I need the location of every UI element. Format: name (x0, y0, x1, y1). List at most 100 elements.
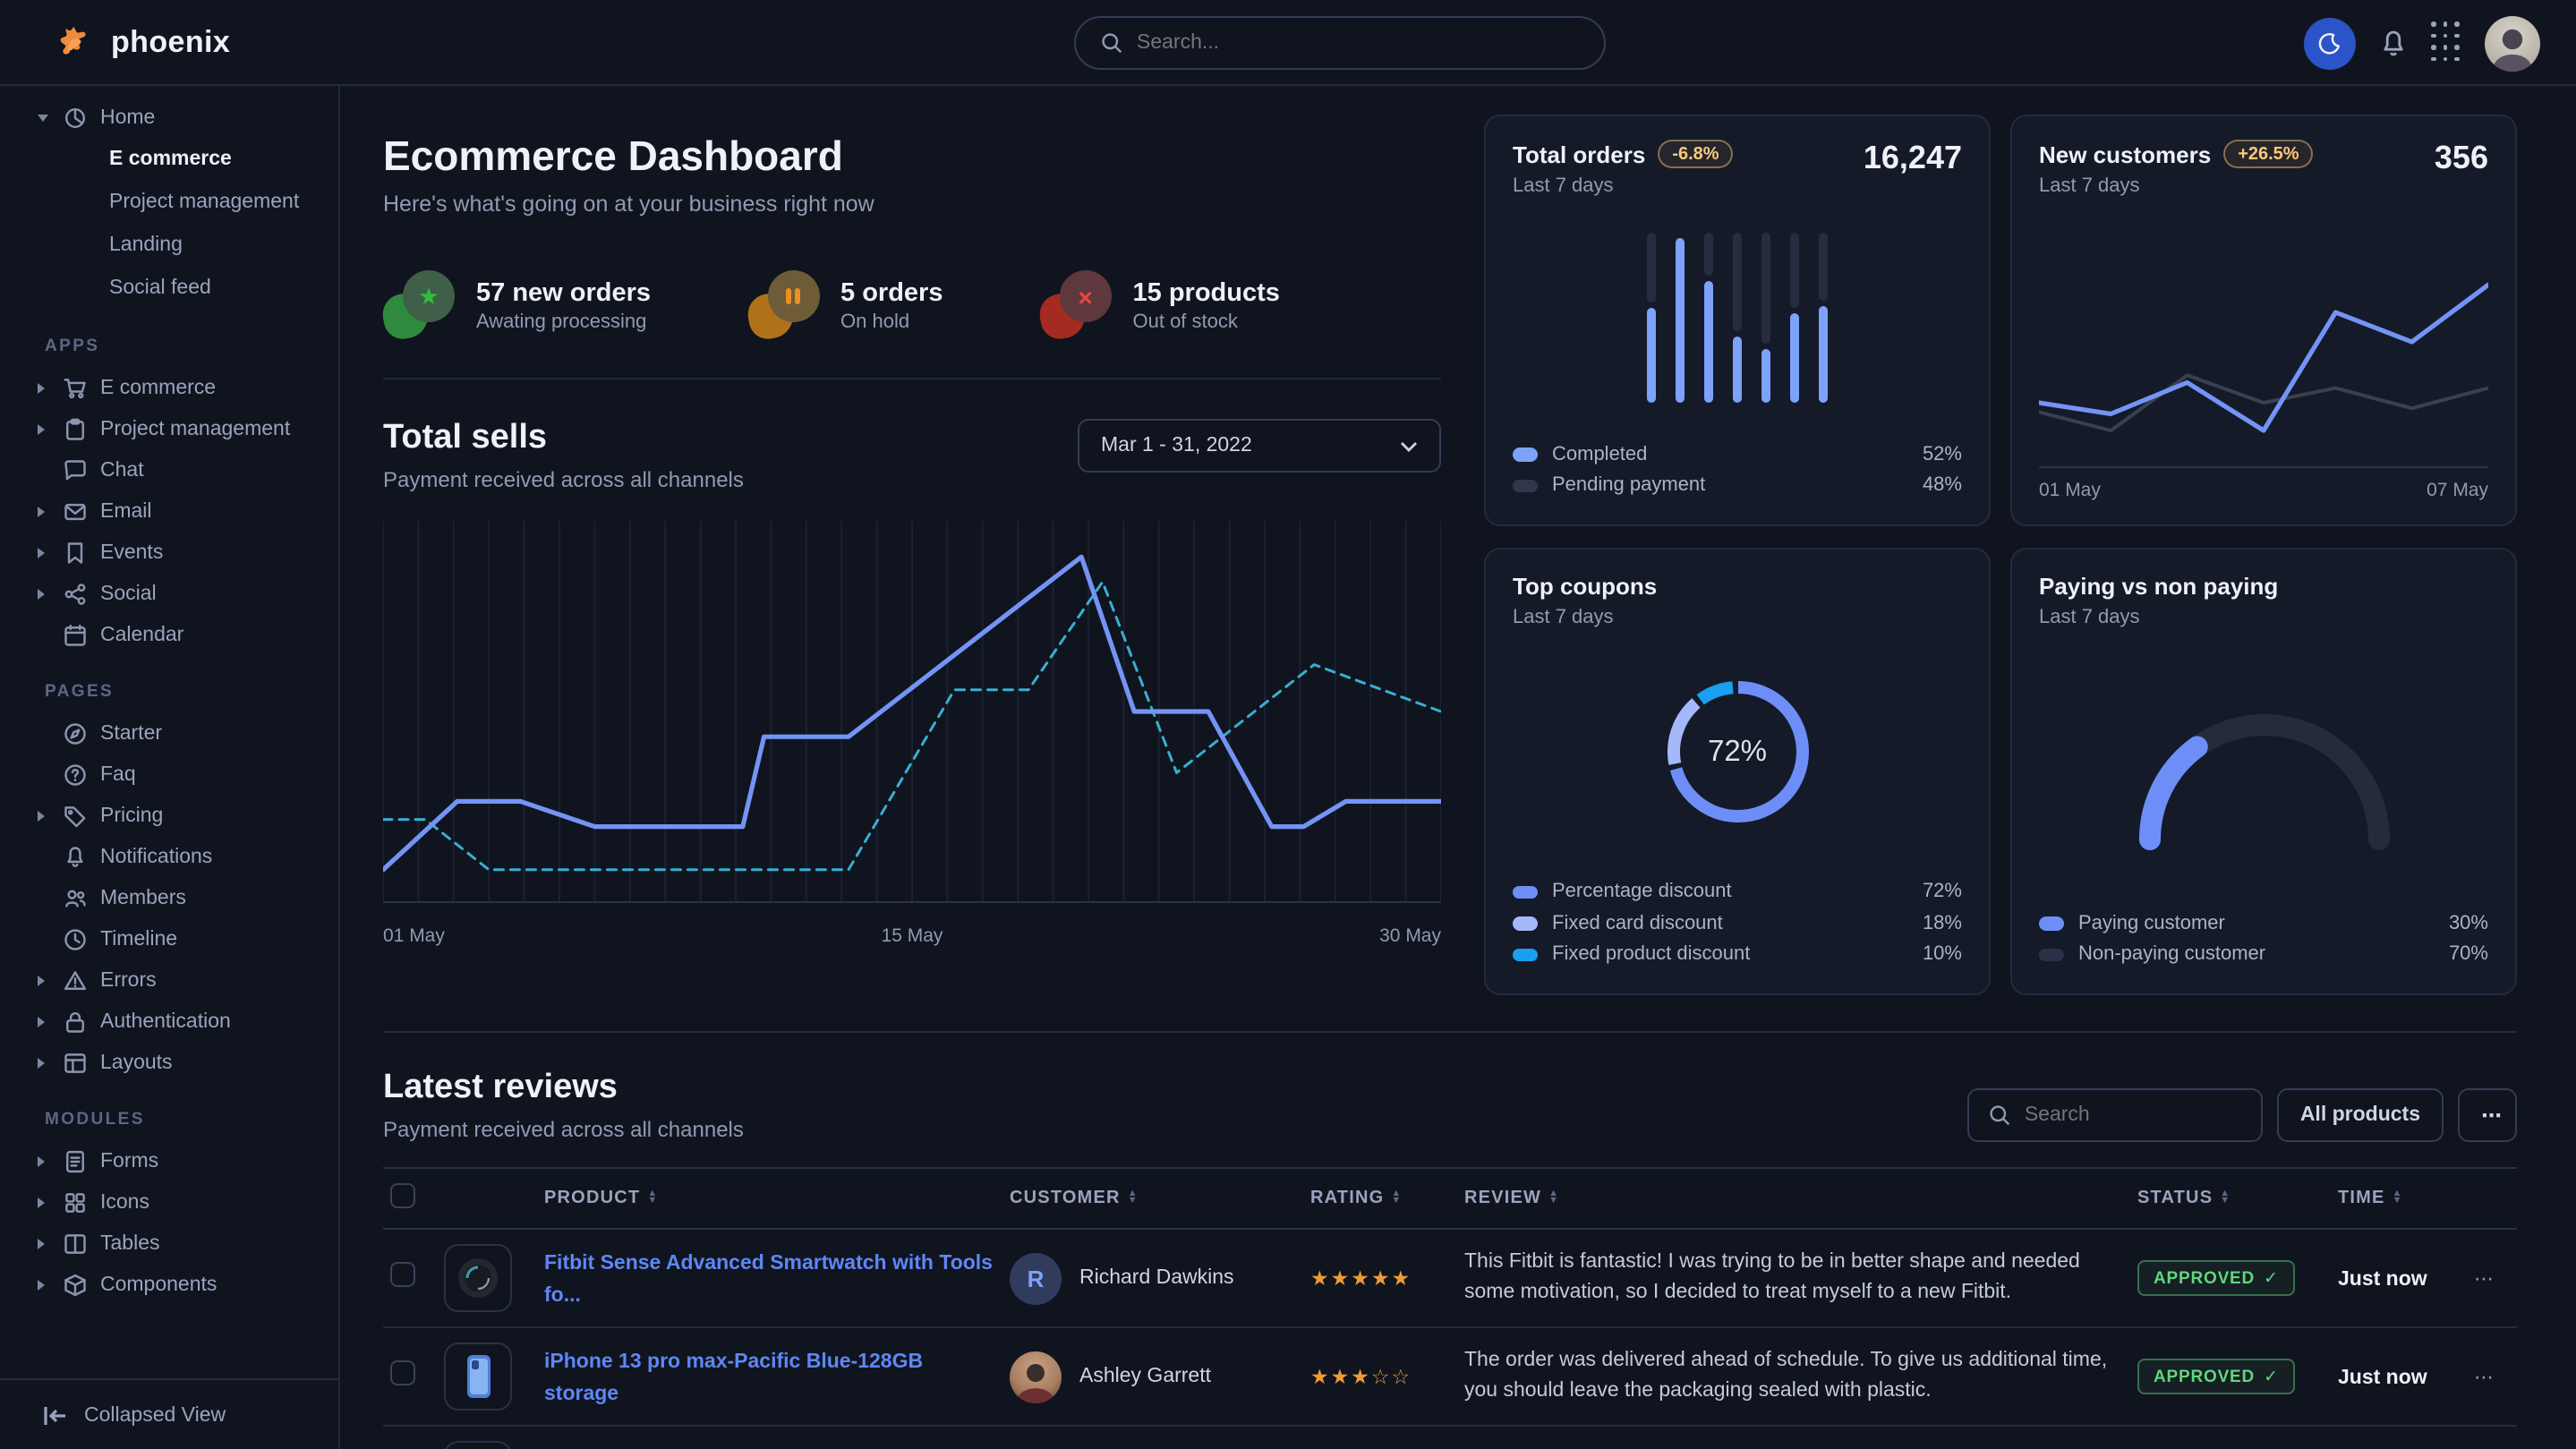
caret-right-icon (38, 506, 50, 516)
brand-logo[interactable]: phoenix (0, 21, 340, 64)
sidebar-item-apps-chat[interactable]: Chat (0, 449, 338, 490)
smartwatch-image (451, 1251, 505, 1305)
column-header-product[interactable]: PRODUCT▲▼ (537, 1168, 1002, 1229)
new-customers-card: New customers +26.5% Last 7 days 356 01 … (2010, 115, 2517, 526)
review-text: The order was delivered ahead of schedul… (1464, 1347, 2123, 1407)
global-search-input[interactable] (1137, 32, 1531, 54)
card-period: Last 7 days (2039, 607, 2278, 628)
compass-icon (63, 720, 88, 746)
stat-value: 5 orders (840, 279, 943, 308)
reviews-more-button[interactable]: ⋯ (2458, 1088, 2517, 1142)
sidebar-item-pages-authentication[interactable]: Authentication (0, 1001, 338, 1042)
review-text: This Fitbit is fantastic! I was trying t… (1464, 1249, 2123, 1308)
bell-icon (63, 844, 88, 869)
sidebar-item-pages-starter[interactable]: Starter (0, 712, 338, 754)
sidebar-item-modules-forms[interactable]: Forms (0, 1140, 338, 1181)
sidebar-item-pages-errors[interactable]: Errors (0, 959, 338, 1001)
collapsed-view-toggle[interactable]: Collapsed View (0, 1378, 338, 1449)
x-label-start: 01 May (383, 925, 445, 947)
row-menu-button[interactable]: ⋯ (2474, 1269, 2495, 1291)
sidebar-item-home-ecommerce[interactable]: E commerce (0, 138, 338, 181)
column-header-review[interactable]: REVIEW▲▼ (1457, 1168, 2130, 1229)
rating-stars: ★★★☆☆ (1310, 1368, 1412, 1389)
sidebar-item-pages-faq[interactable]: Faq (0, 754, 338, 795)
page-title: Ecommerce Dashboard (383, 132, 1441, 181)
product-thumbnail-smartwatch[interactable] (444, 1244, 512, 1312)
product-link[interactable]: iPhone 13 pro max-Pacific Blue-128GB sto… (544, 1351, 923, 1405)
select-all-checkbox[interactable] (390, 1183, 415, 1208)
product-thumbnail-iphone[interactable] (444, 1342, 512, 1411)
legend-fixed-product-discount: Fixed product discount 10% (1513, 939, 1962, 970)
product-thumbnail[interactable] (444, 1441, 512, 1449)
caret-right-icon (38, 1279, 50, 1290)
column-header-status[interactable]: STATUS▲▼ (2130, 1168, 2331, 1229)
sidebar-item-pages-members[interactable]: Members (0, 877, 338, 918)
all-products-button[interactable]: All products (2277, 1088, 2444, 1142)
row-checkbox[interactable] (390, 1360, 415, 1385)
new-customers-line-chart (2039, 268, 2488, 469)
sidebar-item-home-project-management[interactable]: Project management (0, 181, 338, 224)
sort-icon: ▲▼ (1548, 1191, 1559, 1206)
customer-name: Richard Dawkins (1079, 1267, 1234, 1289)
sidebar-item-pages-pricing[interactable]: Pricing (0, 795, 338, 836)
sidebar-item-home-social-feed[interactable]: Social feed (0, 267, 338, 310)
sort-icon: ▲▼ (2393, 1191, 2403, 1206)
caret-right-icon (38, 1155, 50, 1166)
table-row-partial (383, 1426, 2517, 1449)
sidebar-item-label: Home (100, 107, 155, 128)
latest-reviews-title: Latest reviews (383, 1069, 744, 1108)
sort-icon: ▲▼ (647, 1191, 658, 1206)
clock-icon (63, 926, 88, 951)
sidebar-item-apps-events[interactable]: Events (0, 532, 338, 573)
global-search[interactable] (1074, 16, 1606, 70)
stat-on-hold: 5 orders On hold (747, 270, 943, 342)
sidebar-item-apps-email[interactable]: Email (0, 490, 338, 532)
sidebar-item-modules-tables[interactable]: Tables (0, 1223, 338, 1264)
user-avatar[interactable] (2485, 15, 2540, 71)
sidebar-item-pages-timeline[interactable]: Timeline (0, 918, 338, 959)
moon-icon (2318, 31, 2341, 55)
status-badge: APPROVED✓ (2137, 1360, 2295, 1395)
product-link[interactable]: Fitbit Sense Advanced Smartwatch with To… (544, 1253, 993, 1307)
sidebar-item-modules-icons[interactable]: Icons (0, 1181, 338, 1223)
date-range-select[interactable]: Mar 1 - 31, 2022 (1078, 419, 1441, 473)
sidebar-item-modules-components[interactable]: Components (0, 1264, 338, 1305)
cart-icon (63, 375, 88, 400)
reviews-search-input[interactable] (2025, 1104, 2222, 1126)
column-header-rating[interactable]: RATING▲▼ (1303, 1168, 1457, 1229)
main-content: Ecommerce Dashboard Here's what's going … (340, 86, 2576, 1449)
row-menu-button[interactable]: ⋯ (2474, 1368, 2495, 1389)
donut-center-label: 72% (1644, 660, 1830, 846)
phoenix-flame-icon (54, 21, 97, 64)
customer-cell[interactable]: Ashley Garrett (1010, 1351, 1296, 1402)
card-period: Last 7 days (1513, 607, 1657, 628)
notifications-bell-icon[interactable] (2379, 28, 2408, 58)
sidebar-item-apps-ecommerce[interactable]: E commerce (0, 367, 338, 408)
sidebar-item-pages-notifications[interactable]: Notifications (0, 836, 338, 877)
total-orders-value: 16,247 (1864, 140, 1962, 177)
stat-caption: On hold (840, 311, 943, 333)
envelope-icon (63, 499, 88, 524)
sidebar-item-home-landing[interactable]: Landing (0, 224, 338, 267)
caret-down-icon (38, 114, 50, 121)
sidebar-item-apps-calendar[interactable]: Calendar (0, 614, 338, 655)
customer-cell[interactable]: R Richard Dawkins (1010, 1252, 1296, 1304)
column-header-customer[interactable]: CUSTOMER▲▼ (1002, 1168, 1303, 1229)
sidebar-item-pages-layouts[interactable]: Layouts (0, 1042, 338, 1083)
x-label-end: 07 May (2427, 480, 2488, 501)
sidebar-item-apps-project-management[interactable]: Project management (0, 408, 338, 449)
sidebar-item-apps-social[interactable]: Social (0, 573, 338, 614)
caret-right-icon (38, 547, 50, 558)
apps-grid-icon[interactable] (2431, 22, 2461, 64)
column-header-time[interactable]: TIME▲▼ (2331, 1168, 2467, 1229)
person-silhouette-icon (1010, 1354, 1062, 1402)
reviews-search[interactable] (1967, 1088, 2263, 1142)
members-icon (63, 885, 88, 910)
theme-toggle-button[interactable] (2304, 17, 2356, 69)
chevron-down-icon (1400, 439, 1418, 452)
bookmark-icon (63, 540, 88, 565)
new-orders-star-icon: ★ (383, 270, 455, 342)
row-checkbox[interactable] (390, 1261, 415, 1286)
sidebar-item-home[interactable]: Home (0, 97, 338, 138)
chat-bubble-icon (63, 457, 88, 482)
